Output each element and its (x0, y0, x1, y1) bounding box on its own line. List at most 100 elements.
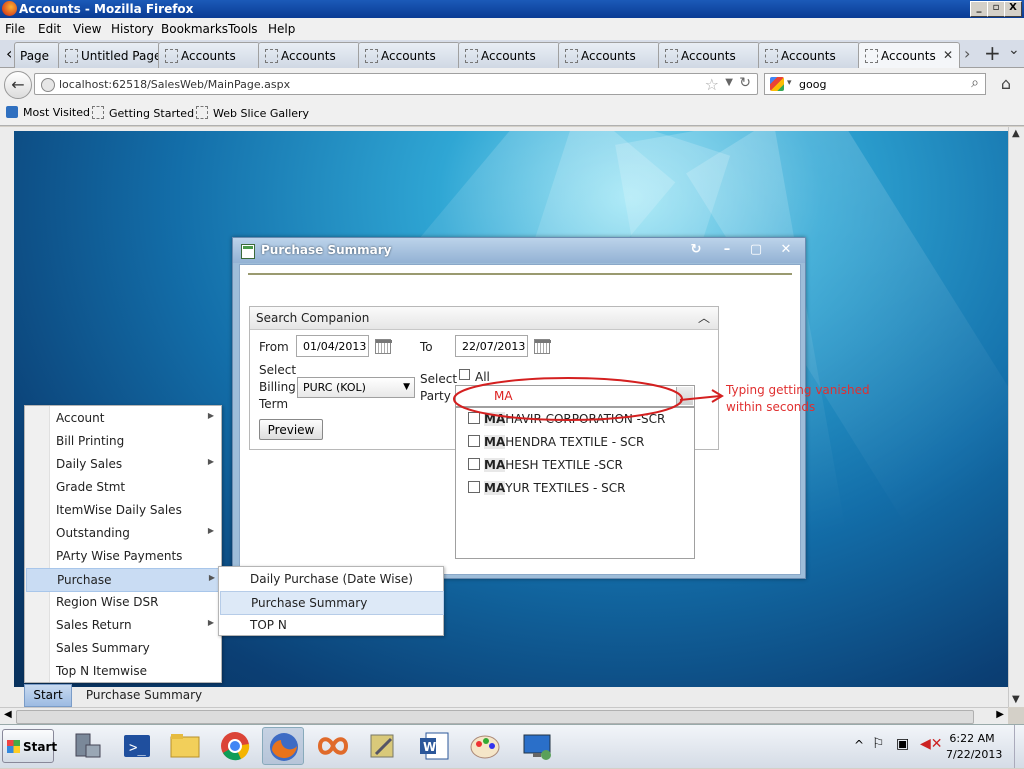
menu-file[interactable]: File (5, 22, 25, 36)
new-tab-icon[interactable]: + (984, 41, 1001, 65)
party-option[interactable]: MAHENDRA TEXTILE - SCR (468, 435, 644, 449)
menu-item-bill-printing[interactable]: Bill Printing (26, 430, 220, 452)
history-dropdown-icon[interactable]: ▼ (725, 77, 733, 88)
party-checkbox[interactable] (468, 481, 480, 493)
menu-item-sales-return[interactable]: Sales Return ▶ (26, 614, 220, 636)
windows-start-button[interactable]: Start (2, 729, 57, 763)
app-start-button[interactable]: Start (24, 684, 72, 707)
bookmark-getting-started[interactable]: Getting Started (92, 106, 194, 120)
menu-help[interactable]: Help (268, 22, 295, 36)
scroll-thumb[interactable] (16, 710, 974, 724)
server-manager-icon[interactable] (66, 727, 108, 765)
to-date-input[interactable]: 22/07/2013 (455, 335, 528, 357)
home-icon[interactable]: ⌂ (996, 74, 1016, 94)
menu-item-sales-summary[interactable]: Sales Summary (26, 637, 220, 659)
close-button[interactable]: X (1004, 1, 1022, 17)
minimize-icon[interactable]: – (718, 241, 736, 259)
menu-item-itemwise-daily-sales[interactable]: ItemWise Daily Sales (26, 499, 220, 521)
menu-item-daily-sales[interactable]: Daily Sales ▶ (26, 453, 220, 475)
menu-item-region-wise-dsr[interactable]: Region Wise DSR (26, 591, 220, 613)
volume-muted-icon[interactable]: ◀✕ (920, 736, 943, 752)
url-bar[interactable]: localhost:62518/SalesWeb/MainPage.aspx ☆… (34, 73, 758, 95)
menu-bookmarks[interactable]: Bookmarks (161, 22, 228, 36)
bookmark-most-visited[interactable]: Most Visited (6, 106, 90, 119)
vertical-scrollbar[interactable]: ▲ ▼ (1008, 127, 1024, 707)
tab-list-icon[interactable]: ⌄ (1008, 42, 1020, 58)
refresh-icon[interactable]: ↻ (687, 241, 705, 259)
menu-item-purchase[interactable]: Purchase ▶ (26, 568, 222, 592)
tab-accounts[interactable]: Accounts (758, 42, 860, 69)
preview-button[interactable]: Preview (259, 419, 323, 440)
explorer-folder-icon[interactable] (164, 727, 206, 765)
dialog-header[interactable]: Purchase Summary ↻ – ▢ ✕ (233, 238, 805, 263)
menu-item-outstanding[interactable]: Outstanding ▶ (26, 522, 220, 544)
menu-view[interactable]: View (73, 22, 101, 36)
scroll-down-icon[interactable]: ▼ (1012, 694, 1020, 705)
horizontal-scrollbar[interactable]: ◀ ▶ (0, 707, 1008, 724)
site-identity-icon[interactable] (41, 78, 55, 92)
scroll-right-icon[interactable]: ▶ (996, 709, 1004, 720)
scroll-up-icon[interactable]: ▲ (1012, 128, 1020, 139)
tab-scroll-left-icon[interactable]: ‹ (6, 44, 12, 63)
tab-scroll-right-icon[interactable]: › (964, 44, 970, 63)
back-button[interactable]: ← (4, 71, 32, 99)
word-icon[interactable]: W (414, 727, 456, 765)
party-option[interactable]: MAYUR TEXTILES - SCR (468, 481, 625, 495)
menu-item-top-n-itemwise[interactable]: Top N Itemwise (26, 660, 220, 682)
tab-accounts[interactable]: Accounts (158, 42, 260, 69)
submenu-item-daily-purchase-date-wise-[interactable]: Daily Purchase (Date Wise) (220, 568, 442, 590)
tab-accounts[interactable]: Accounts (258, 42, 360, 69)
from-date-input[interactable]: 01/04/2013 (296, 335, 369, 357)
network-icon[interactable]: ▣ (896, 736, 909, 752)
tools-icon[interactable] (362, 727, 404, 765)
tab-accounts[interactable]: Accounts (358, 42, 460, 69)
paint-icon[interactable] (464, 727, 506, 765)
menu-history[interactable]: History (111, 22, 154, 36)
calendar-icon[interactable] (534, 339, 551, 354)
vs-infinity-icon[interactable] (312, 727, 354, 765)
menu-item-party-wise-payments[interactable]: PArty Wise Payments (26, 545, 220, 567)
tab-accounts[interactable]: Accounts (458, 42, 560, 69)
close-icon[interactable]: ✕ (777, 241, 795, 259)
tab-page[interactable]: Page (14, 42, 60, 69)
party-checkbox[interactable] (468, 435, 480, 447)
scroll-left-icon[interactable]: ◀ (4, 709, 12, 720)
tab-untitled-page[interactable]: Untitled Page (58, 42, 161, 69)
submenu-item-top-n[interactable]: TOP N (220, 614, 442, 636)
search-companion-header[interactable]: Search Companion ︿ (250, 307, 718, 330)
action-center-flag-icon[interactable]: ⚐ (872, 736, 885, 752)
reload-icon[interactable]: ↻ (739, 75, 751, 91)
bookmark-star-icon[interactable]: ☆ (705, 75, 719, 94)
restore-button[interactable]: ▫ (987, 1, 1005, 17)
firefox-icon[interactable] (262, 727, 304, 765)
maximize-icon[interactable]: ▢ (747, 241, 765, 259)
search-input[interactable]: goog (799, 78, 826, 91)
minimize-button[interactable]: _ (970, 1, 988, 17)
menu-item-account[interactable]: Account ▶ (26, 407, 220, 429)
clock-time[interactable]: 6:22 AM (946, 732, 998, 745)
google-icon[interactable] (770, 77, 784, 91)
clock-date[interactable]: 7/22/2013 (946, 748, 1002, 761)
powershell-icon[interactable]: >_ (116, 727, 158, 765)
menu-item-grade-stmt[interactable]: Grade Stmt (26, 476, 220, 498)
calendar-icon[interactable] (375, 339, 392, 354)
submenu-item-purchase-summary[interactable]: Purchase Summary (220, 591, 444, 615)
chrome-icon[interactable] (214, 727, 256, 765)
tab-accounts[interactable]: Accounts (658, 42, 760, 69)
search-bar[interactable]: ▾ goog ⌕ (764, 73, 986, 95)
party-option[interactable]: MAHESH TEXTILE -SCR (468, 458, 623, 472)
show-desktop-button[interactable] (1014, 725, 1024, 768)
bookmark-web-slice-gallery[interactable]: Web Slice Gallery (196, 106, 309, 120)
collapse-chevron-icon[interactable]: ︿ (698, 309, 710, 326)
billing-term-select[interactable]: PURC (KOL) ▼ (297, 377, 415, 398)
menu-edit[interactable]: Edit (38, 22, 61, 36)
show-hidden-icons[interactable]: ^ (854, 738, 864, 752)
tab-accounts-active[interactable]: Accounts ✕ (858, 42, 960, 69)
menu-tools[interactable]: Tools (228, 22, 258, 36)
close-tab-icon[interactable]: ✕ (943, 48, 953, 62)
tab-accounts[interactable]: Accounts (558, 42, 660, 69)
app-taskbar-item[interactable]: Purchase Summary (76, 685, 212, 706)
remote-desktop-icon[interactable] (516, 727, 558, 765)
search-icon[interactable]: ⌕ (971, 75, 979, 91)
search-engine-dropdown-icon[interactable]: ▾ (787, 78, 792, 88)
